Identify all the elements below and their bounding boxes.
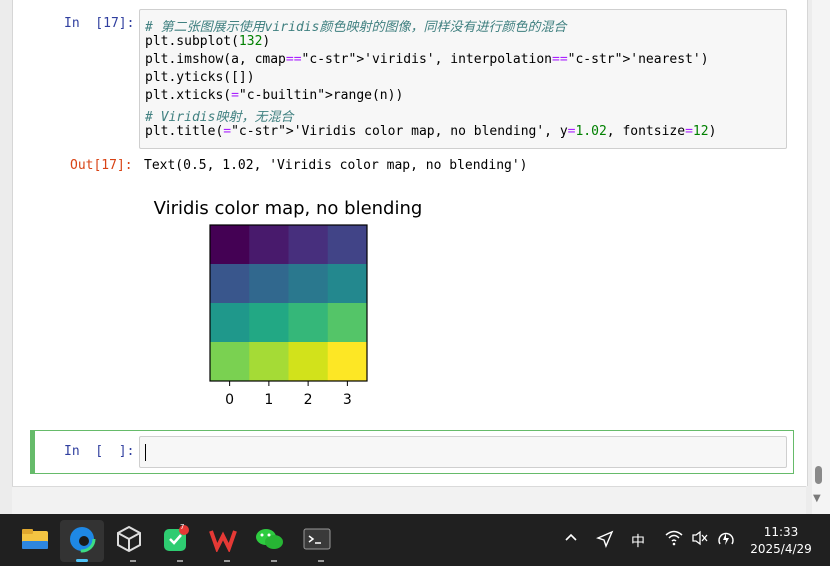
active-app-indicator: [76, 559, 88, 562]
heatmap-cell: [210, 264, 250, 304]
app-running-indicator: [130, 560, 136, 562]
code-cell-editor[interactable]: # 第二张图展示使用viridis颜色映射的图像，同样没有进行颜色的混合 plt…: [139, 9, 787, 149]
empty-cell-prompt: In [ ]:: [64, 444, 135, 459]
x-tick-label: 3: [343, 392, 352, 408]
clock-date: 2025/4/29: [750, 542, 812, 556]
notification-badge: 7: [180, 523, 185, 531]
heatmap-cell: [327, 264, 368, 304]
heatmap-cell: [288, 225, 329, 265]
app-running-indicator: [224, 560, 230, 562]
heatmap-cell: [249, 303, 289, 343]
file-explorer-icon[interactable]: [20, 524, 50, 554]
output-text: Text(0.5, 1.02, 'Viridis color map, no b…: [144, 158, 528, 173]
code-line-3: plt.imshow(a, cmap=="c-str">'viridis', i…: [145, 52, 709, 67]
scroll-down-icon[interactable]: ▼: [813, 493, 821, 504]
plot-title: Viridis color map, no blending: [154, 198, 423, 219]
output-cell-prompt: Out[17]:: [70, 158, 133, 173]
unity-hub-icon[interactable]: [114, 524, 144, 554]
app-running-indicator: [318, 560, 324, 562]
app-running-indicator: [177, 560, 183, 562]
chevron-up-icon[interactable]: [564, 530, 578, 548]
heatmap-cell: [249, 225, 289, 265]
code-line-1: # 第二张图展示使用viridis颜色映射的图像，同样没有进行颜色的混合: [145, 20, 567, 35]
code-line-6: # Viridis映射，无混合: [145, 110, 294, 125]
heatmap-cell: [288, 264, 329, 304]
wifi-icon[interactable]: [665, 530, 683, 550]
ime-indicator[interactable]: 中: [631, 531, 645, 551]
heatmap-cell: [210, 342, 250, 382]
vertical-scrollbar[interactable]: [812, 0, 830, 514]
code-line-2: plt.subplot(132): [145, 34, 271, 49]
x-tick-label: 1: [264, 392, 273, 408]
heatmap-cell: [288, 303, 329, 343]
text-cursor: [145, 444, 146, 461]
heatmap-cells: [210, 225, 368, 382]
edge-browser-icon[interactable]: [67, 524, 97, 554]
heatmap-cell: [327, 303, 368, 343]
x-tick-label: 2: [304, 392, 313, 408]
wps-office-icon[interactable]: [208, 524, 238, 554]
heatmap-cell: [288, 342, 329, 382]
empty-cell-editor[interactable]: [139, 436, 787, 468]
heatmap-cell: [249, 264, 289, 304]
code-cell-prompt: In [17]:: [64, 16, 135, 31]
code-line-4: plt.yticks([]): [145, 70, 255, 85]
heatmap-cell: [249, 342, 289, 382]
heatmap-cell: [327, 225, 368, 265]
x-axis-ticks: 0 1 2 3: [225, 381, 352, 408]
system-clock[interactable]: 11:33 2025/4/29: [748, 524, 814, 558]
code-line-7: plt.title(="c-str">'Viridis color map, n…: [145, 124, 717, 139]
code-line-5: plt.xticks(="c-builtin">range(n)): [145, 88, 404, 103]
app-store-icon[interactable]: 7: [161, 523, 191, 554]
location-icon[interactable]: [596, 530, 614, 552]
volume-muted-icon[interactable]: [691, 530, 709, 550]
notebook-footer: [12, 486, 806, 515]
app-running-indicator: [271, 560, 277, 562]
heatmap-cell: [327, 342, 368, 382]
heatmap-cell: [210, 225, 250, 265]
heatmap-cell: [210, 303, 250, 343]
battery-charging-icon[interactable]: [716, 530, 736, 552]
heatmap-plot: Viridis color map, no blending 0 1 2 3: [154, 198, 423, 408]
x-tick-label: 0: [225, 392, 234, 408]
terminal-icon[interactable]: [302, 524, 332, 554]
wechat-icon[interactable]: [255, 524, 285, 554]
clock-time: 11:33: [763, 525, 799, 539]
scrollbar-thumb[interactable]: [815, 466, 822, 484]
